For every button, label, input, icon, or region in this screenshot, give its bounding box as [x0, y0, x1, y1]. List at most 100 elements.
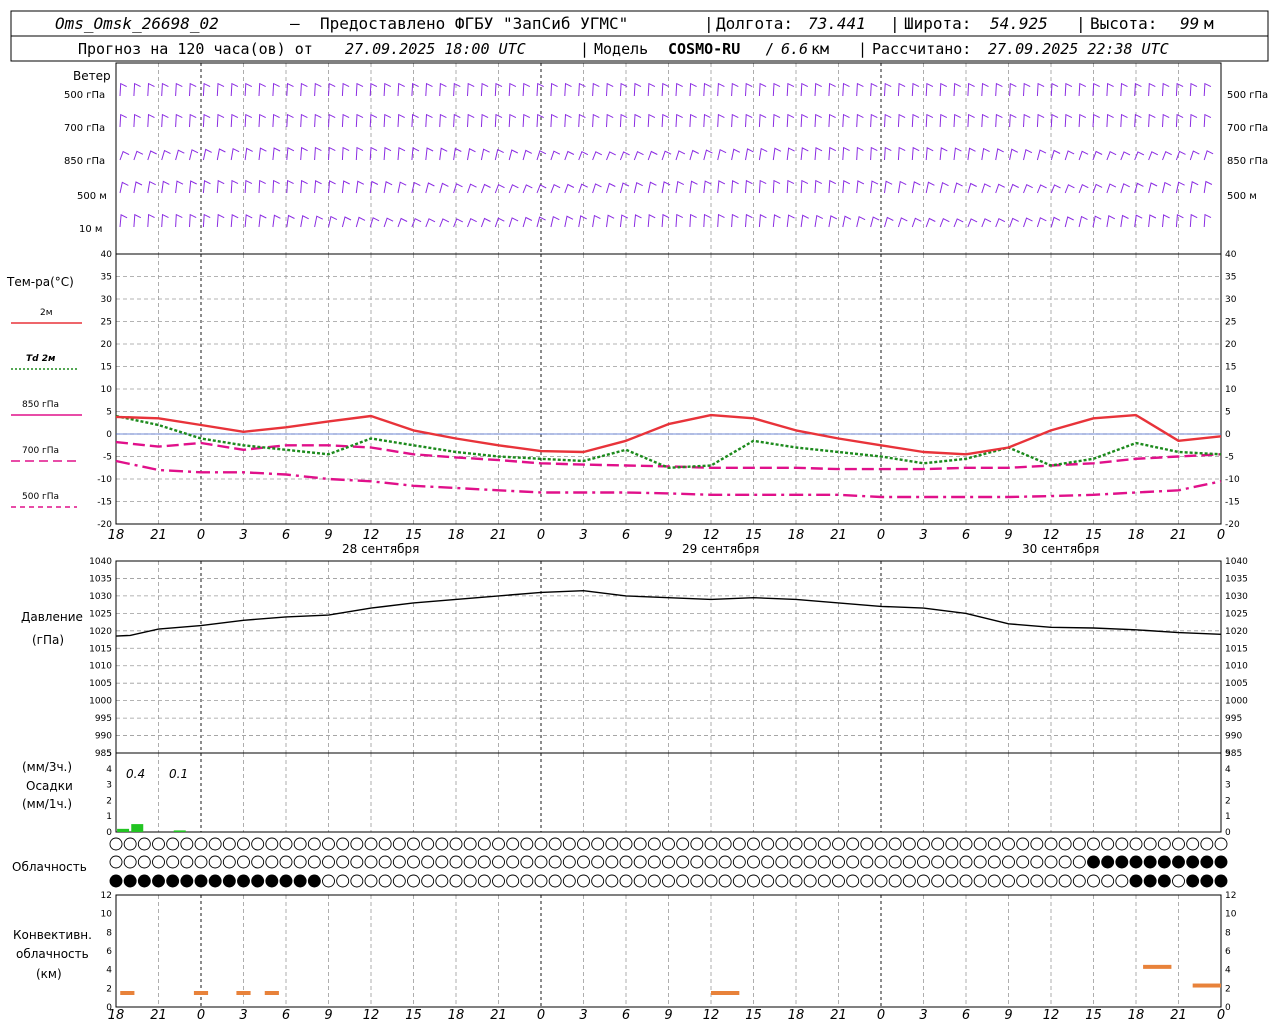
wind-barb	[1203, 150, 1214, 161]
wind-barb	[202, 113, 211, 128]
wind-barb	[508, 149, 519, 161]
wind-barb	[689, 149, 699, 161]
cloud-cover-icon	[109, 874, 123, 888]
cloud-cover-icon	[973, 855, 987, 869]
wind-barb	[884, 180, 893, 194]
y-tick-label: 990	[95, 732, 112, 742]
wind-barb	[147, 113, 155, 128]
cloud-cover-icon	[364, 855, 378, 869]
wind-barb	[161, 180, 170, 194]
wind-barb	[758, 82, 767, 97]
x-tick-label: 0	[1217, 528, 1225, 543]
wind-barb	[244, 214, 253, 228]
wind-barb	[522, 113, 531, 128]
wind-barb	[439, 113, 447, 128]
wind-barb	[244, 82, 253, 97]
wind-barb	[717, 148, 727, 161]
model-res: 6.6	[781, 40, 808, 58]
wind-barb	[633, 181, 643, 194]
wind-barb	[703, 82, 711, 97]
y-tick-label: 1	[106, 812, 112, 822]
wind-barb	[1023, 148, 1033, 161]
x-tick-label: 6	[962, 528, 970, 543]
cloud-cover-icon	[676, 855, 690, 869]
wind-barb	[842, 113, 850, 128]
cloud-cover-icon	[194, 855, 208, 869]
wind-barb	[467, 218, 477, 228]
pressure-plot: 985 985990 990995 9951000 10001005 10051010 10…	[89, 557, 1248, 759]
y-tick-label: 20	[101, 340, 113, 350]
cloud-cover-icon	[1058, 874, 1072, 888]
wind-barb	[564, 215, 574, 228]
wind-barb	[772, 214, 781, 228]
wind-barb	[606, 151, 616, 161]
cloud-cover-icon	[789, 874, 803, 888]
wind-barb	[550, 113, 558, 128]
cloud-cover-icon	[492, 855, 505, 869]
cloud-cover-icon	[392, 837, 406, 851]
precip-bar	[173, 830, 186, 832]
cloud-cover-icon	[520, 855, 534, 869]
wind-barb	[814, 82, 822, 97]
cloud-cover-icon	[293, 855, 307, 869]
x-tick-label: 21	[490, 528, 507, 543]
wind-barb	[286, 214, 295, 228]
x-tick-label: 18	[448, 528, 465, 543]
wind-barb	[439, 218, 450, 228]
wind-barb	[1050, 149, 1061, 161]
wind-barb	[1189, 82, 1198, 97]
forecast-prefix: Прогноз на 120 часа(ов) от	[78, 40, 313, 58]
wind-barb	[939, 147, 948, 161]
cloud-cover-icon	[718, 837, 732, 851]
wind-barb	[925, 147, 934, 161]
x-tick-label: 18	[108, 1008, 125, 1023]
cloud-cover-icon	[888, 837, 902, 851]
height-label: Высота:	[1090, 14, 1157, 33]
wind-barb	[828, 82, 836, 97]
cloud-panel: Облачность	[12, 837, 1228, 888]
cloud-cover-icon	[506, 855, 520, 869]
wind-barb	[1036, 149, 1047, 161]
wind-barb	[814, 214, 824, 228]
wind-barb	[606, 113, 614, 128]
x-tick-label: 9	[324, 1008, 332, 1023]
wind-barb	[1148, 113, 1156, 128]
station-name: Oms_Omsk_26698_02	[55, 14, 219, 33]
wind-barb	[383, 181, 393, 194]
wind-barb	[828, 215, 838, 228]
wind-barb	[216, 113, 225, 128]
cloud-cover-icon	[718, 855, 732, 869]
wind-barb	[369, 217, 380, 228]
cloud-cover-icon	[732, 855, 746, 869]
y-tick-label: 1005	[1225, 679, 1248, 689]
wind-barb	[995, 82, 1003, 97]
header: Oms_Omsk_26698_02 – Предоставлено ФГБУ "…	[10, 10, 1269, 62]
wind-barb	[1120, 82, 1128, 97]
cloud-cover-icon	[322, 837, 335, 851]
cloud-cover-icon	[775, 855, 789, 869]
y-tick-label: 5	[106, 408, 112, 418]
cloud-cover-icon	[1058, 837, 1072, 851]
temperature-panel: Тем-ра(°C) 2м Td 2м 850 гПа 700 гПа 500 …	[6, 250, 1240, 530]
wind-barb	[244, 179, 253, 194]
cloud-cover-icon	[421, 855, 435, 869]
wind-barb	[842, 215, 852, 228]
wind-barb	[1050, 113, 1059, 128]
cloud-cover-icon	[902, 837, 916, 851]
wind-barb	[675, 150, 686, 161]
y-tick-label: 1015	[1225, 644, 1248, 654]
cloud-cover-icon	[662, 855, 675, 869]
cloud-cover-icon	[1072, 855, 1086, 869]
wind-barb	[189, 180, 197, 194]
wind-barb	[314, 82, 322, 97]
model-label: Модель	[594, 40, 648, 58]
cloud-cover-icon	[364, 837, 378, 851]
wind-barb	[397, 82, 405, 97]
wind-barb	[619, 151, 630, 161]
y-tick-label: 1	[1225, 812, 1231, 822]
cloud-cover-icon	[577, 855, 590, 869]
wind-barb	[1203, 180, 1213, 194]
wind-barb	[675, 113, 683, 128]
height-unit: м	[1204, 14, 1214, 33]
wind-barb	[981, 183, 991, 194]
